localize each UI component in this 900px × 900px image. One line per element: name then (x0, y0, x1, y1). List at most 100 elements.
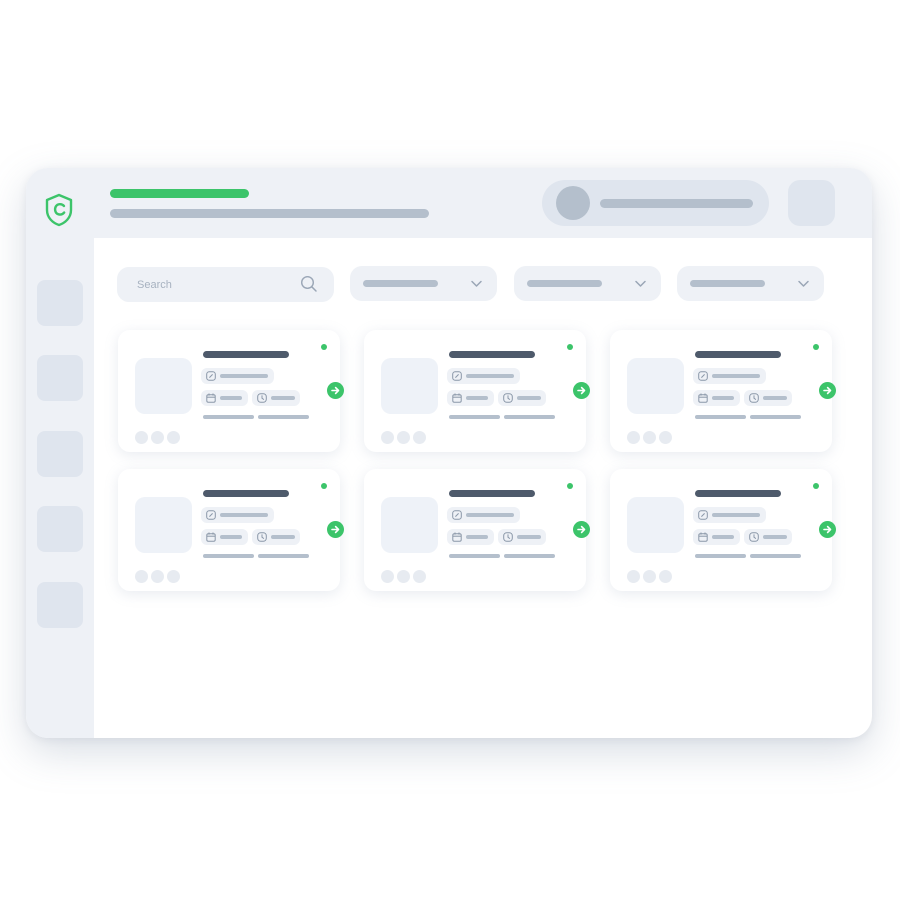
shield-c-logo-icon[interactable] (44, 193, 74, 227)
card-time-pill (498, 529, 546, 545)
card-title-placeholder (695, 351, 781, 358)
header (94, 168, 872, 238)
app-window (26, 168, 872, 738)
search-input[interactable] (117, 267, 287, 302)
avatar (556, 186, 590, 220)
item-card-2[interactable] (364, 330, 590, 452)
status-dot-icon (567, 344, 573, 350)
chevron-down-icon (471, 280, 482, 287)
item-card-3[interactable] (610, 330, 836, 452)
card-dot-3 (413, 431, 426, 444)
card-dot-1 (135, 431, 148, 444)
card-date-pill (693, 390, 740, 406)
tag-icon (698, 371, 708, 381)
sidebar-item-3[interactable] (37, 431, 83, 477)
card-title-placeholder (695, 490, 781, 497)
card-open-button[interactable] (573, 382, 590, 399)
tag-label-placeholder (466, 374, 514, 378)
header-action-button[interactable] (788, 180, 835, 226)
calendar-icon (206, 532, 216, 542)
arrow-right-icon (331, 386, 340, 395)
calendar-icon (206, 393, 216, 403)
card-dot-1 (381, 570, 394, 583)
sidebar-item-2[interactable] (37, 355, 83, 401)
card-dot-1 (627, 570, 640, 583)
item-card-1[interactable] (118, 330, 344, 452)
status-dot-icon (813, 483, 819, 489)
card-open-button[interactable] (327, 521, 344, 538)
item-card-4[interactable] (118, 469, 344, 591)
filter-dropdown-1[interactable] (350, 266, 497, 301)
card-tag-pill (693, 368, 766, 384)
card-tag-pill (201, 507, 274, 523)
status-dot-icon (567, 483, 573, 489)
card-meta-line (449, 554, 500, 558)
sidebar-item-4[interactable] (37, 506, 83, 552)
time-placeholder (517, 396, 541, 400)
card-date-pill (201, 390, 248, 406)
arrow-right-icon (331, 525, 340, 534)
card-meta-line (203, 554, 254, 558)
arrow-right-icon (577, 525, 586, 534)
filter-dropdown-2[interactable] (514, 266, 661, 301)
card-open-button[interactable] (573, 521, 590, 538)
card-dot-2 (643, 431, 656, 444)
card-meta-line (449, 415, 500, 419)
card-open-button[interactable] (819, 521, 836, 538)
card-dot-2 (643, 570, 656, 583)
calendar-icon (698, 393, 708, 403)
filter-label-placeholder (527, 280, 602, 287)
filter-label-placeholder (363, 280, 438, 287)
clock-icon (749, 393, 759, 403)
card-time-pill (252, 529, 300, 545)
tag-label-placeholder (220, 374, 268, 378)
page-subtitle-placeholder (110, 209, 429, 218)
clock-icon (257, 393, 267, 403)
card-meta-line (504, 415, 555, 419)
card-thumbnail (381, 358, 438, 414)
sidebar-item-1[interactable] (37, 280, 83, 326)
search-icon[interactable] (300, 275, 318, 293)
status-dot-icon (813, 344, 819, 350)
clock-icon (503, 532, 513, 542)
search-box (117, 267, 334, 302)
card-title-placeholder (449, 490, 535, 497)
sidebar (26, 168, 94, 738)
status-dot-icon (321, 344, 327, 350)
card-meta-line (258, 554, 309, 558)
card-meta-line (750, 554, 801, 558)
card-open-button[interactable] (327, 382, 344, 399)
card-dot-1 (627, 431, 640, 444)
card-meta-line (695, 415, 746, 419)
tag-icon (452, 371, 462, 381)
tag-icon (698, 510, 708, 520)
clock-icon (257, 532, 267, 542)
tag-label-placeholder (466, 513, 514, 517)
card-dot-3 (167, 431, 180, 444)
user-menu[interactable] (542, 180, 769, 226)
filter-dropdown-3[interactable] (677, 266, 824, 301)
card-thumbnail (627, 497, 684, 553)
time-placeholder (763, 535, 787, 539)
card-tag-pill (447, 507, 520, 523)
card-date-pill (201, 529, 248, 545)
tag-icon (206, 510, 216, 520)
date-placeholder (466, 535, 488, 539)
page-title-placeholder (110, 189, 249, 198)
date-placeholder (712, 396, 734, 400)
card-time-pill (252, 390, 300, 406)
card-open-button[interactable] (819, 382, 836, 399)
card-dot-1 (135, 570, 148, 583)
item-card-6[interactable] (610, 469, 836, 591)
date-placeholder (220, 396, 242, 400)
card-meta-line (750, 415, 801, 419)
sidebar-item-5[interactable] (37, 582, 83, 628)
calendar-icon (452, 393, 462, 403)
filter-label-placeholder (690, 280, 765, 287)
item-card-5[interactable] (364, 469, 590, 591)
calendar-icon (698, 532, 708, 542)
card-title-placeholder (203, 351, 289, 358)
card-time-pill (744, 390, 792, 406)
card-date-pill (447, 390, 494, 406)
card-title-placeholder (449, 351, 535, 358)
